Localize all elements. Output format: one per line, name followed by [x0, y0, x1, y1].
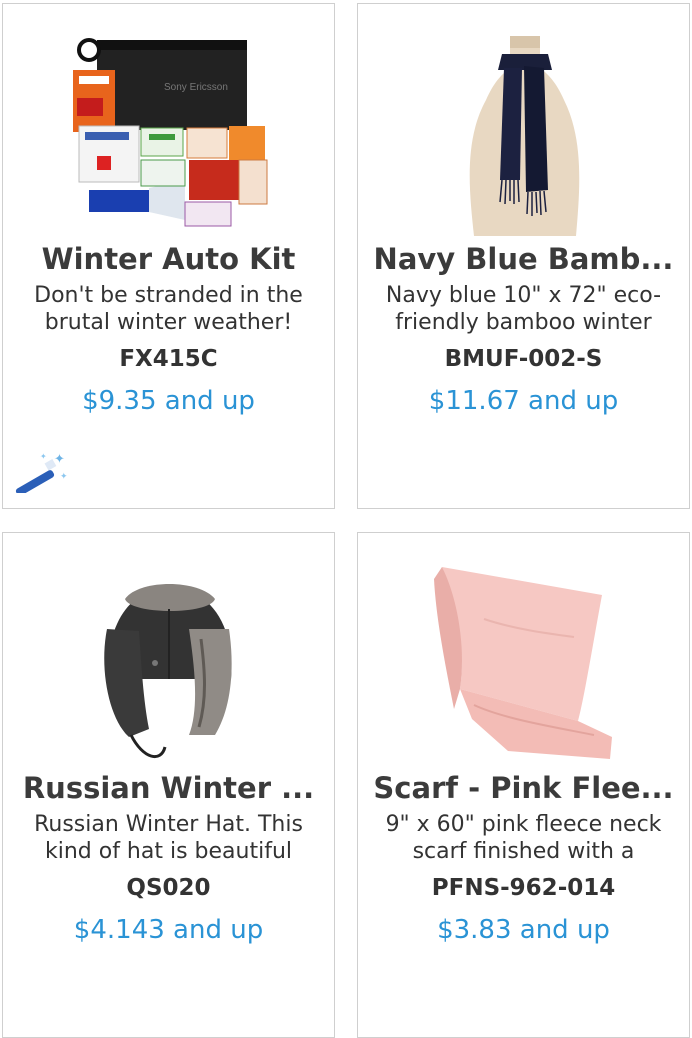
bag-label: Sony Ericsson — [164, 82, 228, 93]
product-title[interactable]: Scarf - Pink Flee... — [366, 769, 681, 807]
product-card-pink-fleece-scarf[interactable]: Scarf - Pink Flee... 9" x 60" pink fleec… — [357, 532, 690, 1038]
product-price[interactable]: $11.67 and up — [358, 384, 689, 418]
product-title[interactable]: Navy Blue Bamb... — [366, 240, 681, 278]
product-sku: QS020 — [126, 875, 211, 901]
svg-text:✦: ✦ — [60, 472, 68, 482]
product-sku: PFNS-962-014 — [431, 875, 616, 901]
pink-fleece-scarf-image[interactable] — [424, 559, 626, 765]
product-card-winter-auto-kit[interactable]: Sony Ericsson Winter Auto Kit Don't be s… — [2, 3, 335, 509]
magic-wand-icon[interactable]: ✦ ✦ ✦ — [10, 447, 68, 493]
product-price[interactable]: $9.35 and up — [3, 384, 334, 418]
product-description: Navy blue 10" x 72" eco-friendly bamboo … — [385, 283, 662, 335]
product-title[interactable]: Winter Auto Kit — [11, 240, 326, 278]
winter-auto-kit-image[interactable]: Sony Ericsson — [69, 30, 271, 236]
product-card-russian-hat[interactable]: Russian Winter ... Russian Winter Hat. T… — [2, 532, 335, 1038]
product-description: Russian Winter Hat. This kind of hat is … — [34, 812, 303, 864]
navy-scarf-image[interactable] — [424, 30, 626, 236]
product-description: Don't be stranded in the brutal winter w… — [34, 283, 303, 335]
product-title[interactable]: Russian Winter ... — [11, 769, 326, 807]
product-price[interactable]: $4.143 and up — [3, 913, 334, 947]
russian-hat-image[interactable] — [69, 559, 271, 765]
product-card-navy-scarf[interactable]: Navy Blue Bamb... Navy blue 10" x 72" ec… — [357, 3, 690, 509]
product-price[interactable]: $3.83 and up — [358, 913, 689, 947]
product-description: 9" x 60" pink fleece neck scarf finished… — [385, 812, 662, 864]
svg-text:✦: ✦ — [54, 452, 65, 467]
svg-text:✦: ✦ — [40, 452, 47, 461]
product-sku: BMUF-002-S — [444, 346, 603, 372]
product-sku: FX415C — [119, 346, 218, 372]
